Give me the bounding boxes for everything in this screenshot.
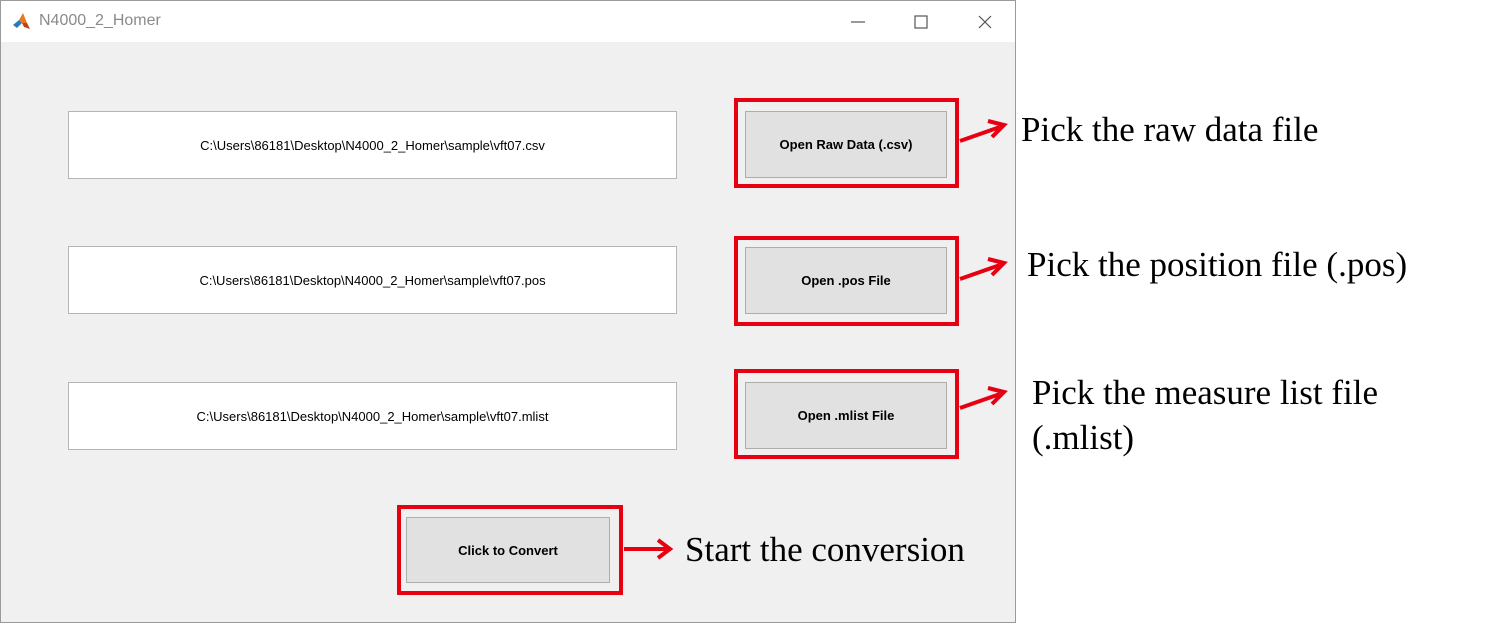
arrow-right-icon bbox=[959, 257, 1008, 281]
minimize-icon[interactable] bbox=[846, 10, 870, 34]
open-mlist-file-button[interactable]: Open .mlist File bbox=[745, 382, 947, 449]
pos-path-field[interactable]: C:\Users\86181\Desktop\N4000_2_Homer\sam… bbox=[68, 246, 677, 314]
arrow-right-icon bbox=[959, 386, 1008, 410]
annotation-mlist-line1: Pick the measure list file bbox=[1032, 373, 1379, 412]
annotation-raw: Pick the raw data file bbox=[1021, 110, 1319, 149]
mlist-path-field[interactable]: C:\Users\86181\Desktop\N4000_2_Homer\sam… bbox=[68, 382, 677, 450]
window-title: N4000_2_Homer bbox=[39, 12, 161, 29]
arrow-right-icon bbox=[959, 119, 1008, 143]
open-raw-data-button[interactable]: Open Raw Data (.csv) bbox=[745, 111, 947, 178]
open-pos-file-button[interactable]: Open .pos File bbox=[745, 247, 947, 314]
close-icon[interactable] bbox=[973, 10, 997, 34]
raw-data-path-field[interactable]: C:\Users\86181\Desktop\N4000_2_Homer\sam… bbox=[68, 111, 677, 179]
annotation-convert: Start the conversion bbox=[685, 530, 965, 569]
annotation-mlist-line2: (.mlist) bbox=[1032, 418, 1135, 457]
annotation-pos: Pick the position file (.pos) bbox=[1027, 245, 1408, 284]
matlab-icon bbox=[11, 11, 32, 32]
title-bar[interactable]: N4000_2_Homer bbox=[1, 1, 1015, 42]
arrow-right-icon bbox=[624, 538, 674, 560]
maximize-icon[interactable] bbox=[909, 10, 933, 34]
convert-button[interactable]: Click to Convert bbox=[406, 517, 610, 583]
